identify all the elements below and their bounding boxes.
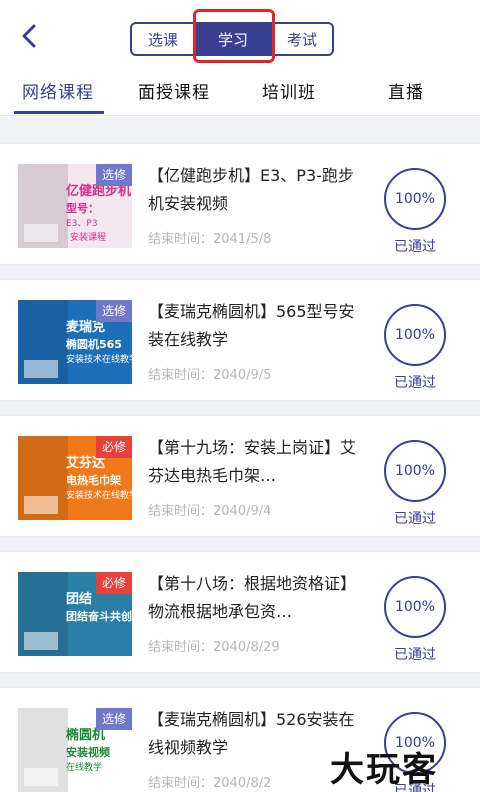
course-thumbnail[interactable]: 团结 团结奋斗共创 必修 bbox=[18, 572, 132, 656]
back-arrow-icon[interactable] bbox=[16, 22, 44, 50]
divider bbox=[0, 117, 480, 143]
segment-exam[interactable]: 考试 bbox=[270, 22, 334, 56]
course-end-time: 结束时间：2040/8/2 bbox=[148, 776, 272, 791]
course-type-badge: 必修 bbox=[95, 436, 132, 458]
thumbnail-line2: 在线教学 bbox=[66, 763, 103, 773]
progress-value: 100% bbox=[394, 191, 436, 207]
course-end-time: 结束时间：2040/9/5 bbox=[148, 368, 272, 383]
segment-select-course[interactable]: 选课 bbox=[130, 22, 196, 56]
thumbnail-line3: 安装课程 bbox=[70, 233, 107, 243]
tab-online-courses[interactable]: 网络课程 bbox=[22, 78, 94, 103]
thumbnail-line1: 型号： bbox=[66, 202, 99, 215]
thumbnail-line1: 团结奋斗共创 bbox=[66, 610, 132, 623]
course-end-time: 结束时间：2040/9/4 bbox=[148, 504, 272, 519]
progress-value: 100% bbox=[394, 599, 436, 615]
thumbnail-line2: 安装技术在线教学 bbox=[66, 491, 132, 501]
top-bar: 选课 学习 考试 bbox=[0, 0, 480, 64]
course-card[interactable]: 亿健跑步机 型号： E3、P3 安装课程 选修 【亿健跑步机】E3、P3-跑步机… bbox=[0, 143, 480, 265]
course-title[interactable]: 【麦瑞克椭圆机】565型号安装在线教学 bbox=[148, 298, 358, 354]
thumbnail-line1: 椭圆机565 bbox=[66, 338, 122, 351]
divider bbox=[0, 673, 480, 687]
course-thumbnail[interactable]: 麦瑞克 椭圆机565 安装技术在线教学 选修 bbox=[18, 300, 132, 384]
thumbnail-line2: 安装技术在线教学 bbox=[66, 355, 132, 365]
course-end-time: 结束时间：2041/5/8 bbox=[148, 232, 272, 247]
course-thumbnail[interactable]: 艾芬达 电热毛巾架 安装技术在线教学 必修 bbox=[18, 436, 132, 520]
tab-face-to-face[interactable]: 面授课程 bbox=[138, 78, 210, 103]
progress-value: 100% bbox=[394, 463, 436, 479]
course-tabs: 网络课程 面授课程 培训班 直播 bbox=[0, 66, 480, 116]
course-type-badge: 选修 bbox=[95, 300, 132, 322]
course-title[interactable]: 【第十八场：根据地资格证】物流根据地承包资… bbox=[148, 570, 358, 626]
course-status: 已通过 bbox=[394, 375, 436, 391]
course-thumbnail[interactable]: 椭圆机 安装视频 在线教学 选修 bbox=[18, 708, 132, 792]
tab-live[interactable]: 直播 bbox=[388, 78, 424, 103]
course-card[interactable]: 艾芬达 电热毛巾架 安装技术在线教学 必修 【第十九场：安装上岗证】艾芬达电热毛… bbox=[0, 415, 480, 537]
tab-training-class[interactable]: 培训班 bbox=[262, 78, 316, 103]
progress-ring: 100% bbox=[384, 440, 446, 502]
active-tab-indicator bbox=[14, 111, 104, 114]
divider bbox=[0, 537, 480, 551]
course-thumbnail[interactable]: 亿健跑步机 型号： E3、P3 安装课程 选修 bbox=[18, 164, 132, 248]
watermark: 大玩客 bbox=[330, 750, 438, 790]
progress-ring: 100% bbox=[384, 304, 446, 366]
thumbnail-line1: 电热毛巾架 bbox=[66, 474, 121, 487]
divider bbox=[0, 265, 480, 279]
thumbnail-line2: E3、P3 bbox=[66, 219, 98, 229]
highlight-box bbox=[193, 9, 275, 63]
course-end-time: 结束时间：2040/8/29 bbox=[148, 640, 280, 655]
thumbnail-line1: 安装视频 bbox=[66, 746, 110, 759]
course-title[interactable]: 【亿健跑步机】E3、P3-跑步机安装视频 bbox=[148, 162, 358, 218]
course-type-badge: 必修 bbox=[95, 572, 132, 594]
course-status: 已通过 bbox=[394, 239, 436, 255]
thumbnail-brand: 团结 bbox=[66, 592, 93, 607]
course-status: 已通过 bbox=[394, 511, 436, 527]
progress-value: 100% bbox=[394, 327, 436, 343]
course-type-badge: 选修 bbox=[95, 708, 132, 730]
course-card[interactable]: 麦瑞克 椭圆机565 安装技术在线教学 选修 【麦瑞克椭圆机】565型号安装在线… bbox=[0, 279, 480, 401]
course-card[interactable]: 团结 团结奋斗共创 必修 【第十八场：根据地资格证】物流根据地承包资… 结束时间… bbox=[0, 551, 480, 673]
course-title[interactable]: 【第十九场：安装上岗证】艾芬达电热毛巾架… bbox=[148, 434, 358, 490]
course-type-badge: 选修 bbox=[95, 164, 132, 186]
progress-ring: 100% bbox=[384, 576, 446, 638]
course-status: 已通过 bbox=[394, 647, 436, 663]
divider bbox=[0, 401, 480, 415]
progress-ring: 100% bbox=[384, 168, 446, 230]
course-title[interactable]: 【麦瑞克椭圆机】526安装在线视频教学 bbox=[148, 706, 358, 762]
